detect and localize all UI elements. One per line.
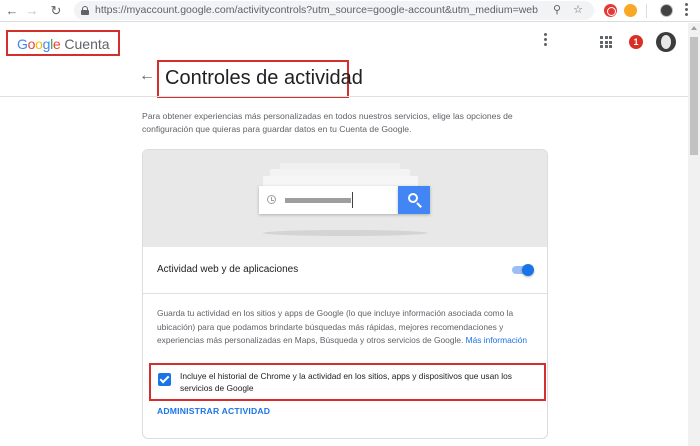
activity-card: Actividad web y de aplicaciones Guarda t…: [142, 149, 548, 439]
extension-icon[interactable]: [624, 4, 637, 17]
reload-icon[interactable]: ↻: [47, 2, 65, 20]
setting-description: Guarda tu actividad en los sitios y apps…: [157, 307, 537, 348]
illustration-search-box: [259, 186, 398, 214]
more-options-icon[interactable]: [540, 33, 550, 49]
back-arrow-icon[interactable]: ←: [3, 2, 21, 20]
toggle-thumb: [522, 264, 534, 276]
scrollbar[interactable]: [688, 23, 700, 446]
zoom-icon[interactable]: ⚲: [550, 3, 564, 17]
page: ← → ↻ https://myaccount.google.com/activ…: [0, 0, 700, 446]
intro-text: Para obtener experiencias más personaliz…: [142, 111, 513, 134]
scroll-up-arrow-icon[interactable]: [691, 26, 697, 30]
star-icon[interactable]: ☆: [571, 3, 585, 17]
text-caret: [352, 192, 353, 208]
checkbox-label: Incluye el historial de Chrome y la acti…: [180, 371, 512, 393]
header-divider: [0, 96, 688, 97]
avatar[interactable]: [656, 32, 676, 52]
scroll-thumb[interactable]: [690, 37, 698, 155]
title-highlight: Controles de actividad: [157, 60, 363, 98]
address-bar[interactable]: https://myaccount.google.com/activitycon…: [74, 1, 594, 20]
url-host: https://myaccount.google.com: [95, 4, 235, 16]
url-path: /activitycontrols?utm_source=google-acco…: [234, 4, 539, 16]
include-chrome-history-checkbox[interactable]: [158, 373, 171, 386]
description-text: Guarda tu actividad en los sitios y apps…: [157, 308, 514, 345]
activity-toggle[interactable]: [510, 264, 534, 276]
back-arrow-icon[interactable]: ←: [139, 66, 155, 86]
checkbox-highlight: Incluye el historial de Chrome y la acti…: [149, 363, 546, 401]
app-header: Google Cuenta 1: [0, 23, 700, 65]
brand-highlight: Google Cuenta: [6, 30, 120, 56]
more-info-link[interactable]: Más información: [466, 335, 527, 345]
apps-grid-icon[interactable]: [600, 36, 612, 48]
toolbar-divider: [646, 4, 647, 18]
search-illustration: [143, 150, 547, 247]
profile-icon[interactable]: [660, 4, 673, 17]
lock-icon: [81, 6, 89, 15]
page-title: Controles de actividad: [165, 67, 363, 89]
address-url: https://myaccount.google.com/activitycon…: [95, 4, 538, 16]
illustration-query: [285, 198, 351, 203]
search-icon: [398, 186, 430, 214]
notification-badge[interactable]: 1: [629, 35, 643, 49]
forward-arrow-icon[interactable]: →: [23, 2, 41, 20]
browser-toolbar: ← → ↻ https://myaccount.google.com/activ…: [0, 0, 700, 22]
web-app-activity-row: Actividad web y de aplicaciones: [143, 247, 547, 294]
brand-logo[interactable]: Google Cuenta: [17, 36, 110, 52]
extension-icon[interactable]: [604, 4, 617, 17]
brand-product: Cuenta: [64, 36, 110, 52]
more-icon[interactable]: [682, 3, 690, 18]
setting-title: Actividad web y de aplicaciones: [157, 264, 299, 275]
illustration-shadow: [263, 230, 428, 236]
manage-activity-link[interactable]: ADMINISTRAR ACTIVIDAD: [157, 406, 270, 416]
google-wordmark: Google: [17, 36, 61, 52]
clock-icon: [267, 195, 276, 204]
